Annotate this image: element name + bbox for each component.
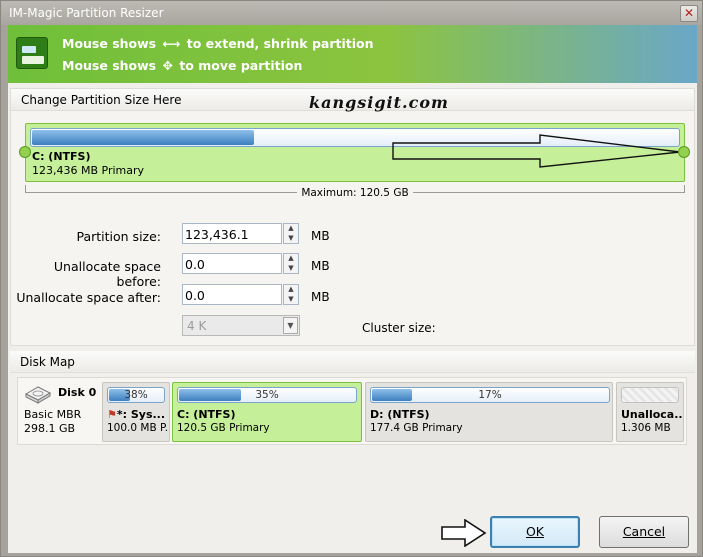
resize-section-title: Change Partition Size Here: [21, 93, 182, 107]
resize-section: Change Partition Size Here kangsigit.com…: [10, 88, 695, 346]
cluster-size-label: Cluster size:: [362, 321, 436, 335]
unallocate-after-label: Unallocate space after:: [16, 290, 161, 305]
right-resize-handle[interactable]: [678, 146, 690, 158]
title-bar[interactable]: IM-Magic Partition Resizer ✕: [1, 1, 702, 25]
spin-up-icon[interactable]: ▲: [285, 224, 297, 233]
disk-map-header: Disk Map: [10, 351, 695, 373]
partition-percent: 17%: [478, 389, 502, 401]
unallocate-before-unit: MB: [311, 259, 330, 273]
disk-name: Disk 0: [58, 386, 97, 399]
partition-name: ⚑*: Sys...: [107, 408, 166, 421]
move-cursor-icon: ✥: [162, 58, 173, 73]
partition-name: Unalloca...: [621, 408, 683, 421]
partition-card-c[interactable]: 35% C: (NTFS) 120.5 GB Primary: [172, 382, 362, 442]
maximum-size-label: Maximum: 120.5 GB: [11, 187, 699, 199]
disk-map-header-row: Disk Map: [10, 351, 695, 373]
partition-percent: 35%: [255, 389, 279, 401]
pointer-arrow-icon: [441, 519, 487, 547]
flag-icon: ⚑: [107, 408, 117, 421]
spin-down-icon[interactable]: ▼: [285, 295, 297, 304]
unallocate-before-spinner[interactable]: ▲ ▼: [283, 253, 299, 274]
disk-map-title: Disk Map: [20, 355, 75, 369]
hint-banner: Mouse shows ⟷ to extend, shrink partitio…: [8, 25, 697, 83]
unallocate-before-input[interactable]: [182, 253, 282, 274]
window-title: IM-Magic Partition Resizer: [9, 6, 164, 20]
chevron-down-icon[interactable]: ▼: [283, 317, 298, 334]
partition-size-input[interactable]: [182, 223, 282, 244]
cancel-button[interactable]: Cancel: [599, 516, 689, 548]
disk-size: 298.1 GB: [24, 422, 76, 435]
partition-card-unallocated[interactable]: Unalloca... 1.306 MB: [616, 382, 684, 442]
drag-direction-arrow-icon: [392, 134, 681, 168]
partition-resize-icon: [16, 37, 48, 69]
hard-disk-icon: [24, 386, 52, 404]
unallocate-before-label: Unallocate space before:: [53, 259, 161, 289]
partition-info: 100.0 MB P.: [107, 422, 169, 434]
cluster-size-select[interactable]: 4 K ▼: [182, 315, 300, 336]
spin-up-icon[interactable]: ▲: [285, 285, 297, 294]
partition-info: 1.306 MB: [621, 422, 671, 434]
disk-map: Disk 0 Basic MBR 298.1 GB 38% ⚑*: Sys...…: [17, 377, 687, 445]
partition-size-label: Partition size:: [76, 229, 161, 244]
partition-used-fill: [32, 130, 254, 145]
partition-usage-bar: 17%: [370, 387, 610, 403]
dialog-client-area: Mouse shows ⟷ to extend, shrink partitio…: [8, 25, 697, 553]
disk-type: Basic MBR: [24, 408, 82, 421]
partition-size-unit: MB: [311, 229, 330, 243]
resize-section-header: Change Partition Size Here kangsigit.com: [11, 89, 694, 112]
disk-0-card[interactable]: Disk 0 Basic MBR 298.1 GB: [18, 378, 102, 444]
partition-name: C: (NTFS): [32, 150, 91, 163]
hint-extend-shrink: Mouse shows ⟷ to extend, shrink partitio…: [62, 36, 374, 51]
partition-resize-box[interactable]: C: (NTFS) 123,436 MB Primary: [25, 123, 685, 182]
spin-up-icon[interactable]: ▲: [285, 254, 297, 263]
partition-percent: 38%: [124, 389, 148, 401]
partition-resizer-window: IM-Magic Partition Resizer ✕ Mouse shows…: [0, 0, 703, 557]
partition-name: C: (NTFS): [177, 408, 236, 421]
partition-usage-bar: [621, 387, 679, 403]
unallocate-after-spinner[interactable]: ▲ ▼: [283, 284, 299, 305]
close-button[interactable]: ✕: [680, 5, 698, 22]
partition-size-spinner[interactable]: ▲ ▼: [283, 223, 299, 244]
partition-card-system[interactable]: 38% ⚑*: Sys... 100.0 MB P.: [102, 382, 170, 442]
unallocate-after-unit: MB: [311, 290, 330, 304]
partition-info: 120.5 GB Primary: [177, 422, 270, 434]
partition-card-d[interactable]: 17% D: (NTFS) 177.4 GB Primary: [365, 382, 613, 442]
partition-usage-bar: 35%: [177, 387, 357, 403]
horizontal-resize-cursor-icon: ⟷: [162, 36, 181, 51]
spin-down-icon[interactable]: ▼: [285, 264, 297, 273]
watermark-text: kangsigit.com: [309, 93, 449, 112]
partition-info: 177.4 GB Primary: [370, 422, 463, 434]
unallocate-after-input[interactable]: [182, 284, 282, 305]
partition-info: 123,436 MB Primary: [32, 164, 145, 177]
hint-move: Mouse shows ✥ to move partition: [62, 58, 303, 73]
partition-usage-bar: 38%: [107, 387, 165, 403]
spin-down-icon[interactable]: ▼: [285, 234, 297, 243]
partition-name: D: (NTFS): [370, 408, 430, 421]
ok-button[interactable]: OK: [490, 516, 580, 548]
left-resize-handle[interactable]: [19, 146, 31, 158]
